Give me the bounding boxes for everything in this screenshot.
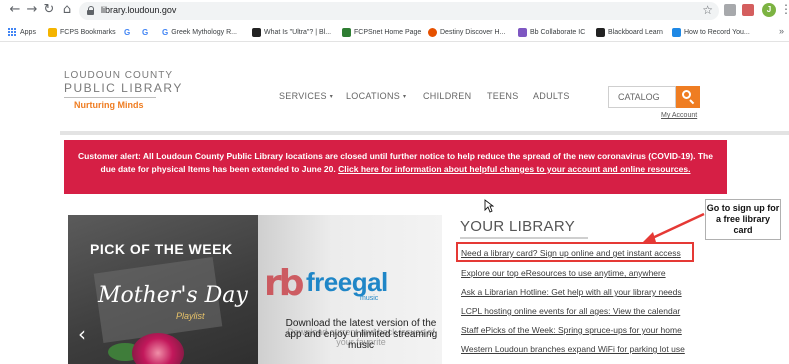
catalog-search-input[interactable]: CATALOG <box>608 86 676 108</box>
logo-line-2: PUBLIC LIBRARY <box>64 81 183 95</box>
bookmark-label: Apps <box>20 28 36 36</box>
chevron-down-icon: ▾ <box>329 94 334 100</box>
bookmark-label: What Is "Ultra"? | Bl... <box>264 28 332 36</box>
nav-teens[interactable]: TEENS <box>487 91 519 101</box>
eresources-link[interactable]: Explore our top eResources to use anytim… <box>461 268 666 278</box>
search-icon-handle <box>689 99 695 105</box>
blackboard-icon <box>596 27 605 37</box>
extension-pdf-icon[interactable] <box>742 4 754 16</box>
rbdigital-logo: rb <box>264 263 305 304</box>
header-divider <box>60 131 789 135</box>
browser-toolbar: ← → ↻ ⌂ library.loudoun.gov ☆ J ⋮ <box>0 0 789 22</box>
bookmark-greek-mythology[interactable]: G Greek Mythology R... <box>162 26 237 38</box>
google-icon: G <box>162 27 169 37</box>
wifi-expansion-link[interactable]: Western Loudoun branches expand WiFi for… <box>461 344 685 354</box>
online-events-link[interactable]: LCPL hosting online events for all ages:… <box>461 306 680 316</box>
reload-icon[interactable]: ↻ <box>42 3 56 17</box>
freegal-music-label: music <box>360 295 379 302</box>
bookmark-label: FCPSnet Home Page <box>354 28 422 36</box>
bookmark-apps[interactable]: Apps <box>8 26 36 38</box>
more-bookmarks-button[interactable]: » <box>779 26 784 36</box>
playlist-subtitle: Playlist <box>176 311 205 321</box>
bookmark-what-is-ultra[interactable]: What Is "Ultra"? | Bl... <box>252 26 331 38</box>
freegal-logo: freegal <box>306 267 388 297</box>
pick-of-week-heading: PICK OF THE WEEK <box>90 241 233 257</box>
mothers-day-title: Mother's Day <box>98 283 248 308</box>
ask-librarian-link[interactable]: Ask a Librarian Hotline: Get help with a… <box>461 287 682 297</box>
bookmark-label: How to Record You... <box>684 28 750 36</box>
bookmark-label: Greek Mythology R... <box>171 28 237 36</box>
forward-arrow-icon[interactable]: → <box>25 3 39 17</box>
bookmark-label: Destiny Discover H... <box>440 28 506 36</box>
destiny-icon <box>428 27 437 37</box>
featured-carousel[interactable]: PICK OF THE WEEK Mother's Day Playlist r… <box>68 215 442 364</box>
logo-rule <box>64 97 156 98</box>
menu-kebab-icon[interactable]: ⋮ <box>780 2 789 16</box>
library-logo[interactable]: LOUDOUN COUNTY PUBLIC LIBRARY Nurturing … <box>64 70 184 110</box>
apps-grid-icon <box>8 28 16 36</box>
chevron-down-icon: ▾ <box>403 94 407 100</box>
fcps-icon <box>342 27 351 37</box>
your-library-heading: YOUR LIBRARY <box>460 218 576 235</box>
library-card-highlight-box <box>456 242 694 262</box>
freegal-download-text: Download the latest version of the app a… <box>284 318 438 351</box>
blackboard-icon <box>252 27 261 37</box>
collaborate-icon <box>518 27 527 37</box>
google-icon: G <box>124 27 131 37</box>
mouse-cursor-icon <box>484 199 494 213</box>
nav-children[interactable]: CHILDREN <box>423 91 471 101</box>
lock-icon <box>87 6 95 15</box>
bookmark-fcpsnet[interactable]: FCPSnet Home Page <box>342 26 421 38</box>
bookmark-label: Blackboard Learn <box>608 28 663 36</box>
video-icon <box>672 27 681 37</box>
search-button[interactable] <box>676 86 700 108</box>
staff-epicks-link[interactable]: Staff ePicks of the Week: Spring spruce-… <box>461 325 682 335</box>
bookmark-destiny[interactable]: Destiny Discover H... <box>428 26 505 38</box>
nav-adults[interactable]: ADULTS <box>533 91 570 101</box>
google-icon: G <box>142 27 149 37</box>
bookmark-fcps[interactable]: FCPS Bookmarks <box>48 26 116 38</box>
bookmark-label: Bb Collaborate IC <box>530 28 586 36</box>
address-bar[interactable]: library.loudoun.gov ☆ <box>79 2 719 20</box>
carousel-prev-chevron-icon[interactable]: ‹ <box>78 322 86 346</box>
url-text: library.loudoun.gov <box>101 5 177 15</box>
nav-services[interactable]: SERVICES ▾ <box>279 91 333 101</box>
back-arrow-icon[interactable]: ← <box>8 3 22 17</box>
bookmark-collaborate[interactable]: Bb Collaborate IC <box>518 26 585 38</box>
nav-label: SERVICES <box>279 91 327 101</box>
bookmark-google-2[interactable]: G <box>142 26 151 38</box>
logo-tagline: Nurturing Minds <box>74 100 144 110</box>
profile-avatar[interactable]: J <box>762 3 776 17</box>
browser-chrome: ← → ↻ ⌂ library.loudoun.gov ☆ J ⋮ Apps F… <box>0 0 789 42</box>
heading-underline <box>460 237 588 239</box>
bookmark-how-to-record[interactable]: How to Record You... <box>672 26 750 38</box>
bookmark-label: FCPS Bookmarks <box>60 28 116 36</box>
extension-icon[interactable] <box>724 4 736 16</box>
arrow-shaft <box>647 212 705 242</box>
home-icon[interactable]: ⌂ <box>60 3 74 17</box>
bookmark-google-1[interactable]: G <box>124 26 133 38</box>
nav-locations[interactable]: LOCATIONS ▾ <box>346 91 406 101</box>
bookmark-blackboard-learn[interactable]: Blackboard Learn <box>596 26 663 38</box>
search-icon <box>682 90 691 99</box>
covid-alert-banner: Customer alert: All Loudoun County Publi… <box>64 140 727 194</box>
alert-link[interactable]: Click here for information about helpful… <box>338 164 690 174</box>
folder-icon <box>48 27 57 37</box>
my-account-link[interactable]: My Account <box>661 112 697 119</box>
nav-label: LOCATIONS <box>346 91 401 101</box>
annotation-callout: Go to sign up for a free library card <box>705 199 781 240</box>
bookmark-star-icon[interactable]: ☆ <box>702 3 713 17</box>
bookmarks-bar: Apps FCPS Bookmarks G G G Greek Mytholog… <box>0 22 789 42</box>
